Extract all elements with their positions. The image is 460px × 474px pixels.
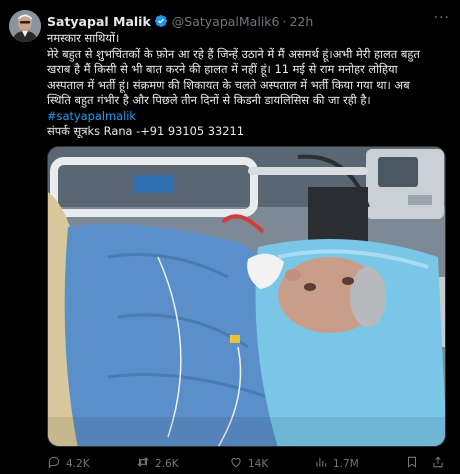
- tweet-timestamp[interactable]: 22h: [289, 14, 313, 29]
- views-button[interactable]: 1.7M: [314, 455, 359, 472]
- more-options-icon[interactable]: ···: [434, 11, 450, 25]
- repost-icon: [136, 455, 150, 472]
- author-handle[interactable]: @SatyapalMalik6: [172, 14, 280, 29]
- repost-count: 2.6K: [155, 457, 179, 470]
- tweet-line: स्थिति बहुत गंभीर है और पिछले तीन दिनों …: [47, 93, 371, 107]
- reply-icon: [47, 455, 61, 472]
- share-button[interactable]: [431, 455, 445, 472]
- header-separator: ·: [282, 13, 287, 29]
- views-count: 1.7M: [333, 457, 359, 470]
- hashtag-link[interactable]: #satyapalmalik: [47, 109, 452, 125]
- author-avatar[interactable]: [9, 10, 41, 42]
- bookmark-button[interactable]: [405, 455, 419, 472]
- bookmark-icon: [405, 455, 419, 472]
- tweet-line: मेरे बहुत से शुभचिंतकों के फ़ोन आ रहे है…: [47, 46, 420, 61]
- views-icon: [314, 455, 328, 472]
- like-count: 14K: [248, 457, 269, 470]
- like-icon: [229, 455, 243, 472]
- tweet-text: नमस्कार साथियों। मेरे बहुत से शुभचिंतकों…: [47, 31, 452, 140]
- share-icon: [431, 455, 445, 472]
- reply-count: 4.2K: [66, 457, 90, 470]
- author-name[interactable]: Satyapal Malik: [47, 14, 151, 29]
- tweet-photo[interactable]: [47, 146, 446, 447]
- verified-badge-icon: [154, 14, 168, 28]
- like-button[interactable]: 14K: [229, 455, 268, 472]
- tweet-line: अस्पताल में भर्ती हूं। संक्रमण की शिकायत…: [47, 77, 410, 92]
- action-bar: 4.2K 2.6K 14K 1.7M: [47, 455, 457, 471]
- tweet-header: Satyapal Malik @SatyapalMalik6 · 22h ···: [47, 11, 450, 30]
- tweet-line: नमस्कार साथियों।: [47, 31, 120, 45]
- contact-line: संपर्क सूत्रks Rana -+91 93105 33211: [47, 124, 245, 138]
- repost-button[interactable]: 2.6K: [136, 455, 179, 472]
- tweet-line: खराब है मैं किसी से भी बात करने की हालत …: [47, 62, 398, 76]
- reply-button[interactable]: 4.2K: [47, 455, 90, 472]
